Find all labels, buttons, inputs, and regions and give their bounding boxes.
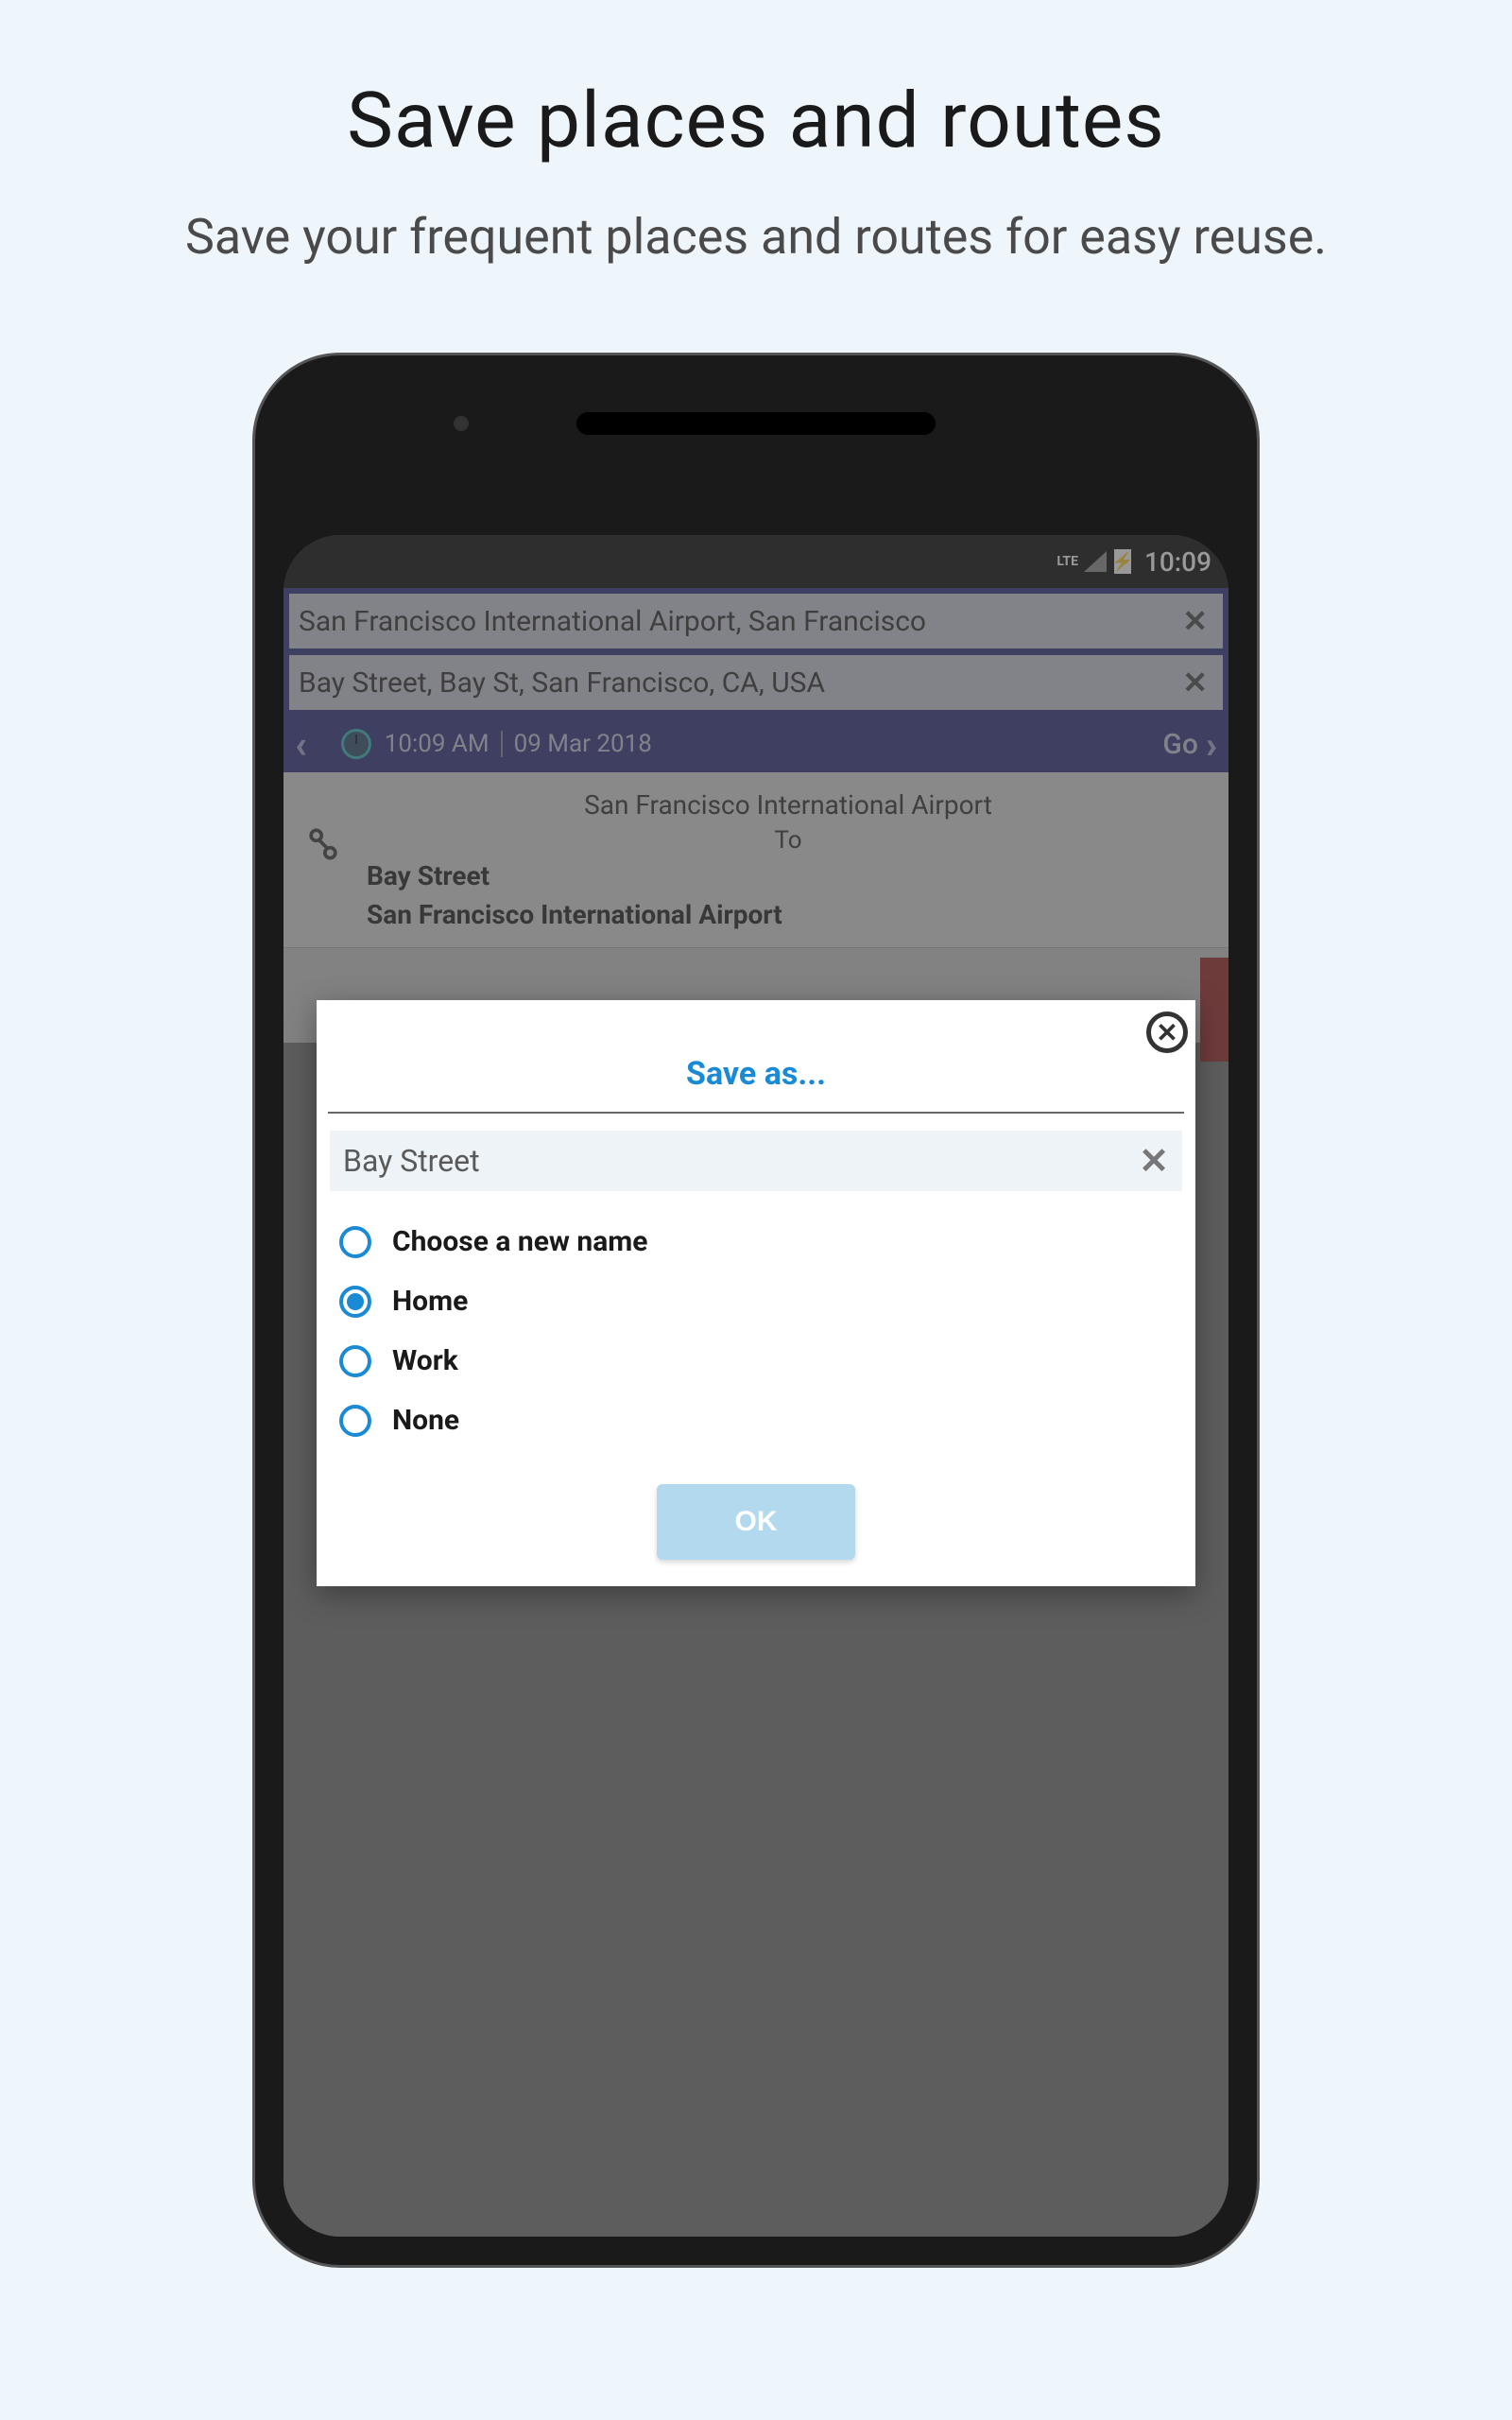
radio-icon[interactable]: [339, 1345, 371, 1377]
phone-frame: LTE ⚡ 10:09 San Francisco International …: [255, 355, 1257, 2265]
dialog-title: Save as...: [317, 1000, 1195, 1112]
ok-button[interactable]: OK: [657, 1484, 855, 1560]
phone-speaker: [576, 412, 936, 435]
name-input-value: Bay Street: [343, 1143, 1139, 1179]
radio-icon[interactable]: [339, 1405, 371, 1437]
radio-icon[interactable]: [339, 1226, 371, 1258]
phone-camera: [454, 416, 469, 431]
dialog-divider: [328, 1112, 1184, 1114]
page-subtitle: Save your frequent places and routes for…: [0, 166, 1512, 270]
save-as-dialog: ✕ Save as... Bay Street ✕ Choose a new n…: [317, 1000, 1195, 1586]
radio-label: None: [392, 1404, 459, 1437]
radio-label: Choose a new name: [392, 1225, 647, 1258]
clear-name-icon[interactable]: ✕: [1139, 1140, 1169, 1183]
page-title: Save places and routes: [0, 0, 1512, 166]
radio-icon[interactable]: [339, 1286, 371, 1318]
radio-label: Home: [392, 1285, 468, 1318]
name-input[interactable]: Bay Street ✕: [330, 1131, 1182, 1191]
radio-option[interactable]: Home: [339, 1271, 1173, 1331]
close-dialog-icon[interactable]: ✕: [1146, 1011, 1188, 1053]
radio-label: Work: [392, 1344, 458, 1377]
radio-group: Choose a new name Home Work None: [317, 1212, 1195, 1450]
radio-option[interactable]: None: [339, 1391, 1173, 1450]
phone-screen: LTE ⚡ 10:09 San Francisco International …: [284, 535, 1228, 2237]
radio-option[interactable]: Work: [339, 1331, 1173, 1391]
radio-option[interactable]: Choose a new name: [339, 1212, 1173, 1271]
